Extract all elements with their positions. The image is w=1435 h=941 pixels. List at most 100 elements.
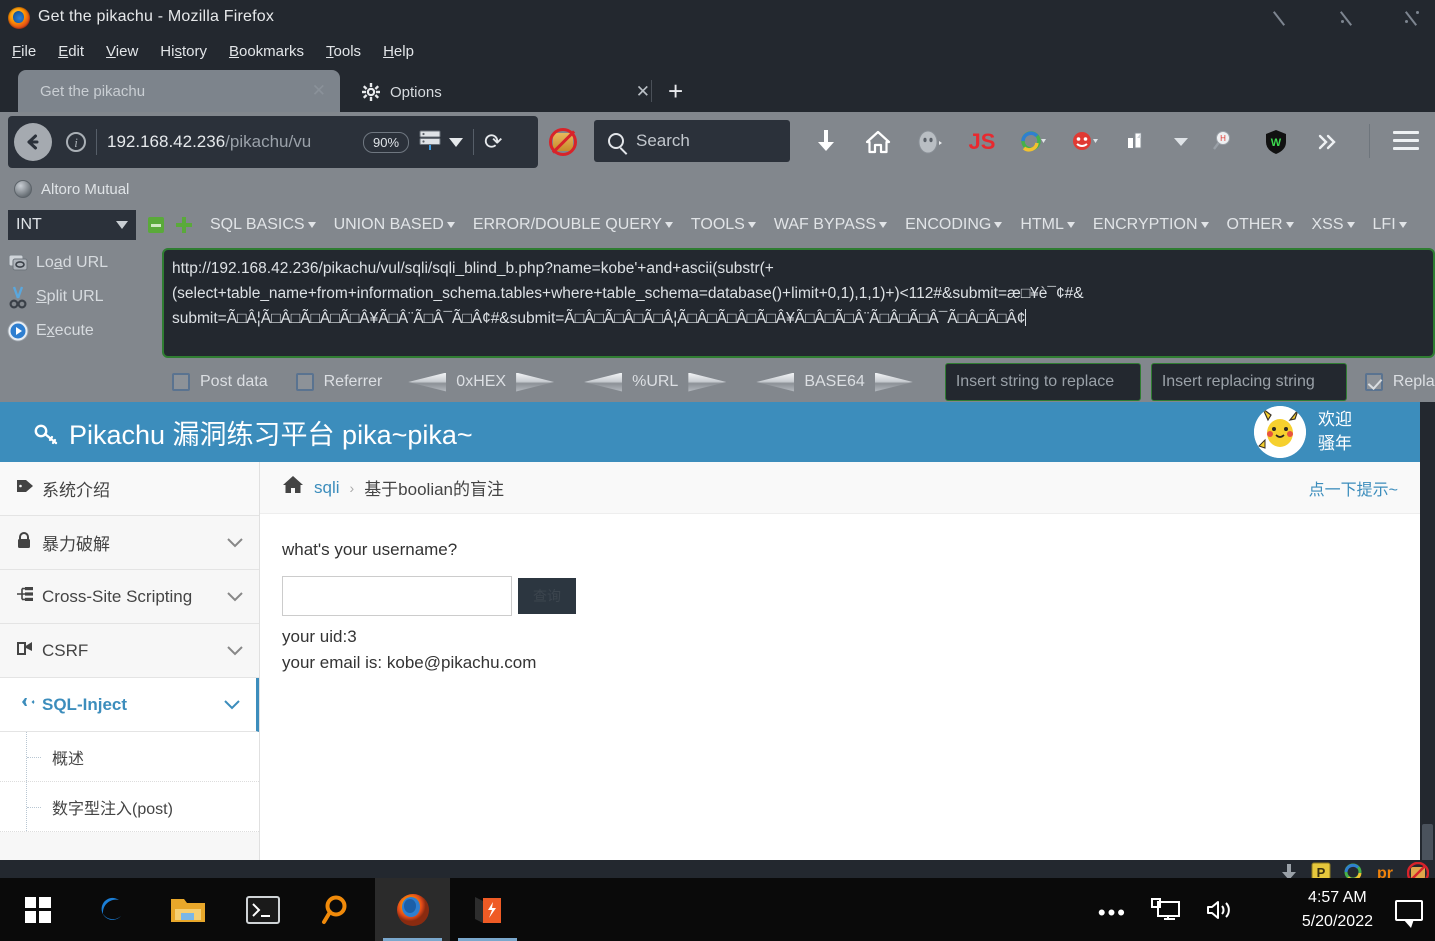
search-icon (608, 133, 624, 149)
clock[interactable]: 4:57 AM 5/20/2022 (1302, 886, 1373, 934)
hackbar-remove-button[interactable] (148, 217, 164, 233)
menu-file[interactable]: File (12, 43, 36, 60)
hackbar-menu-error-double-query[interactable]: ERROR/DOUBLE QUERY (473, 216, 673, 234)
tab-close-icon[interactable]: ✕ (636, 82, 650, 102)
back-button[interactable] (14, 123, 52, 161)
wappalyzer-icon[interactable]: W (1250, 120, 1302, 164)
base64-decode-button[interactable] (756, 372, 795, 392)
replace-from-input[interactable]: Insert string to replace (944, 363, 1141, 401)
sidebar-subitem-numeric-post[interactable]: 数字型注入(post) (0, 782, 259, 832)
page-scrollbar[interactable] (1420, 402, 1435, 924)
base64-label: BASE64 (804, 373, 865, 390)
username-input[interactable] (282, 576, 512, 616)
url-bar[interactable]: i 192.168.42.236/pikachu/vu 90% ⟳ (8, 116, 538, 168)
hackbar-menu-sql-basics[interactable]: SQL BASICS (210, 216, 316, 234)
bookmark-altoro-mutual[interactable]: Altoro Mutual (14, 180, 129, 198)
split-url-button[interactable]: Split URL (0, 280, 158, 314)
breadcrumb-link-sqli[interactable]: sqli (314, 478, 340, 498)
hackbar-menu-tools[interactable]: TOOLS (691, 216, 756, 234)
sidebar-item-csrf[interactable]: CSRF (0, 624, 259, 678)
shareaholic-icon[interactable] (1008, 120, 1060, 164)
volume-icon[interactable] (1205, 898, 1235, 927)
menu-tools[interactable]: Tools (326, 43, 361, 60)
sidebar-item-brute-force[interactable]: 暴力破解 (0, 516, 259, 570)
new-tab-button[interactable]: + (668, 78, 683, 104)
sidebar-item-cross-site-scripting[interactable]: Cross-Site Scripting (0, 570, 259, 624)
terminal-icon[interactable] (225, 878, 300, 941)
sidebar-item-sql-inject[interactable]: SQL-Inject (0, 678, 259, 732)
url-encode-button[interactable] (688, 372, 727, 392)
hackbar-menu-encryption[interactable]: ENCRYPTION (1093, 216, 1209, 234)
close-button[interactable] (1403, 8, 1425, 28)
hackbar-options-row: Post data Referrer 0xHEX %URL BASE64 Ins… (0, 362, 1435, 402)
search-bar[interactable]: Search (594, 120, 790, 162)
extension-dropdown-caret-icon[interactable] (1164, 120, 1198, 164)
base64-encode-button[interactable] (874, 372, 913, 392)
zoom-level-indicator[interactable]: 90% (363, 131, 410, 153)
overflow-chevrons-icon[interactable] (1302, 120, 1354, 164)
network-icon[interactable] (1151, 898, 1181, 927)
menu-edit[interactable]: Edit (58, 43, 84, 60)
start-icon[interactable] (0, 878, 75, 941)
page-body: 系统介绍 暴力破解 Cross-Site Scripting CSRF SQL-… (0, 462, 1420, 860)
site-info-icon[interactable]: i (66, 132, 86, 152)
chevron-down-icon (116, 221, 128, 229)
hackbar-menu-other[interactable]: OTHER (1227, 216, 1294, 234)
hackbar-type-select[interactable]: INT (8, 210, 136, 240)
url-decode-button[interactable] (584, 372, 623, 392)
hackbar-menu-union-based[interactable]: UNION BASED (334, 216, 455, 234)
hackbar-add-button[interactable] (176, 217, 192, 233)
url-input[interactable]: 192.168.42.236/pikachu/vu (107, 132, 357, 152)
hackbar-url-textarea[interactable]: http://192.168.42.236/pikachu/vul/sqli/s… (162, 248, 1435, 358)
bookmarks-toolbar: Altoro Mutual (0, 172, 1435, 206)
firefox-icon[interactable] (375, 878, 450, 941)
noscript-icon[interactable] (549, 128, 577, 156)
hackbar-menu-encoding[interactable]: ENCODING (905, 216, 1003, 234)
menu-view[interactable]: View (106, 43, 138, 60)
notifications-icon[interactable] (1395, 900, 1423, 928)
noscript-clown-icon[interactable] (1060, 120, 1112, 164)
file-explorer-icon[interactable] (150, 878, 225, 941)
burp-suite-icon[interactable] (450, 878, 525, 941)
tab-close-icon[interactable]: ✕ (312, 81, 326, 101)
hackbar-menu-waf-bypass[interactable]: WAF BYPASS (774, 216, 888, 234)
hackbar-menu-xss[interactable]: XSS (1312, 216, 1355, 234)
search-icon[interactable] (300, 878, 375, 941)
edge-icon[interactable] (75, 878, 150, 941)
hackbar-menu-lfi[interactable]: LFI (1373, 216, 1407, 234)
submit-button[interactable]: 查询 (518, 578, 576, 614)
tab-options[interactable]: Options ✕ (344, 72, 664, 112)
maximize-button[interactable] (1339, 8, 1361, 28)
menu-help[interactable]: Help (383, 43, 414, 60)
javascript-toggle-icon[interactable]: JS (956, 120, 1008, 164)
referrer-checkbox[interactable]: Referrer (295, 373, 383, 391)
minimize-button[interactable] (1272, 8, 1297, 28)
chevron-down-icon (227, 535, 243, 551)
user-badge[interactable]: 欢迎 骚年 (1252, 402, 1384, 462)
referrer-label: Referrer (323, 373, 383, 390)
tab-get-the-pikachu[interactable]: Get the pikachu ✕ (18, 70, 340, 112)
replace-checkbox[interactable]: Repla (1364, 373, 1435, 391)
download-icon[interactable] (800, 120, 852, 164)
tray-overflow-button[interactable]: ••• (1098, 901, 1127, 923)
sidebar-item-intro[interactable]: 系统介绍 (0, 462, 259, 516)
hackbar-menu-html[interactable]: HTML (1020, 216, 1075, 234)
replace-to-input[interactable]: Insert replacing string (1150, 363, 1347, 401)
hex-encode-button[interactable] (516, 372, 555, 392)
firefox-menu-button[interactable] (1393, 126, 1419, 155)
hint-link[interactable]: 点一下提示~ (1309, 476, 1398, 500)
home-icon[interactable] (852, 120, 904, 164)
hackbar-search-icon[interactable]: H (1198, 120, 1250, 164)
hex-decode-button[interactable] (408, 372, 447, 392)
ghostery-icon[interactable] (904, 120, 956, 164)
sidebar-subitem-overview[interactable]: 概述 (0, 732, 259, 782)
menu-history[interactable]: History (160, 43, 207, 60)
cookie-manager-icon[interactable] (1112, 120, 1164, 164)
menu-bookmarks[interactable]: Bookmarks (229, 43, 304, 60)
execute-button[interactable]: Execute (0, 314, 158, 348)
url-dropdown-caret-icon[interactable] (449, 137, 464, 147)
post-data-checkbox[interactable]: Post data (172, 373, 268, 391)
server-icon[interactable] (418, 129, 442, 156)
load-url-button[interactable]: Load URL (0, 246, 158, 280)
reload-button[interactable]: ⟳ (484, 129, 502, 155)
